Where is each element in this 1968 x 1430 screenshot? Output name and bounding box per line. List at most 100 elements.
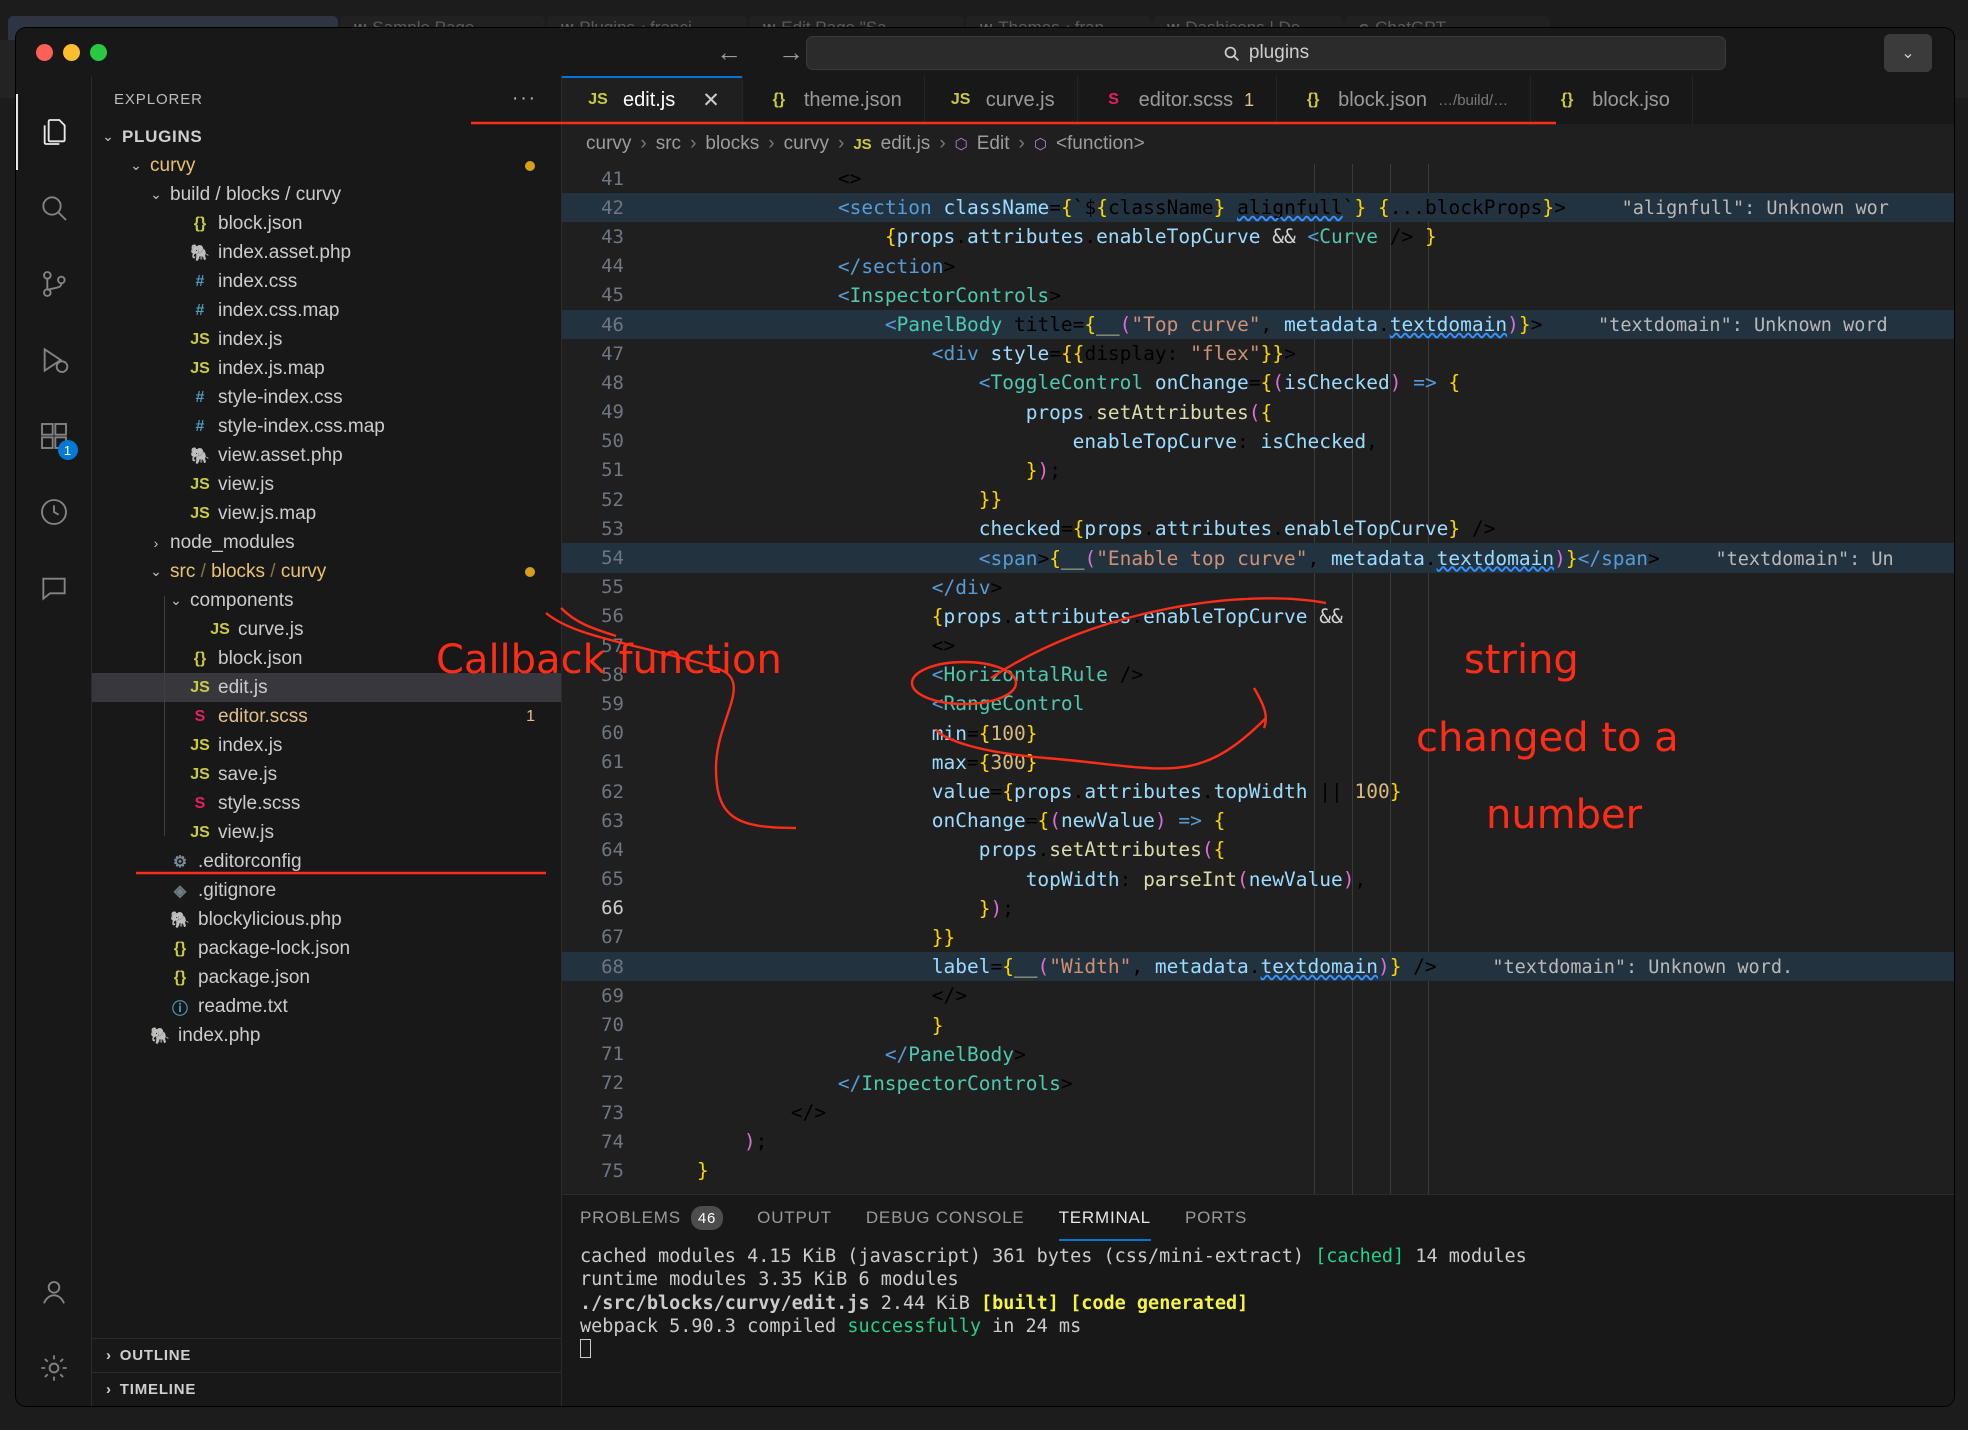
chevron-down-icon[interactable]: ⌄ (146, 186, 166, 203)
tree-file-row[interactable]: # index.css (92, 267, 561, 296)
breadcrumb[interactable]: curvy › src › blocks › curvy › JS edit.js › ⬡ Edit › ⬡… (562, 124, 1954, 164)
editor-tab[interactable]: {} block.jso (1531, 76, 1693, 124)
tree-file-row[interactable]: JS view.js.map (92, 499, 561, 528)
code-line[interactable]: 44 </section> (562, 252, 1954, 281)
tree-folder-row[interactable]: ⌄ components (92, 586, 561, 615)
editor-tab[interactable]: {} block.json …/build/… (1277, 76, 1532, 124)
chevron-down-icon[interactable]: ⌄ (146, 563, 166, 580)
tree-file-row[interactable]: JS index.js (92, 731, 561, 760)
panel-tab-bar[interactable]: PROBLEMS 46 OUTPUT DEBUG CONSOLE TERMINAL POR… (562, 1195, 1954, 1241)
code-line[interactable]: 58 <HorizontalRule /> (562, 660, 1954, 689)
code-line[interactable]: 68 label={__("Width", metadata.textdomai… (562, 952, 1954, 982)
code-line[interactable]: 41 <> (562, 164, 1954, 193)
panel-tab[interactable]: DEBUG CONSOLE (866, 1195, 1025, 1241)
panel-tab[interactable]: OUTPUT (757, 1195, 832, 1241)
sidebar-item-settings[interactable] (16, 1330, 92, 1406)
chevron-down-icon[interactable]: ⌄ (166, 592, 186, 609)
tree-file-row[interactable]: ◈ .gitignore (92, 876, 561, 905)
code-line[interactable]: 56 {props.attributes.enableTopCurve && (562, 602, 1954, 631)
code-line[interactable]: 63 onChange={(newValue) => { (562, 806, 1954, 835)
code-line[interactable]: 65 topWidth: parseInt(newValue), (562, 865, 1954, 894)
breadcrumb-item[interactable]: src (656, 133, 681, 155)
chevron-right-icon[interactable]: › (146, 535, 166, 551)
forward-icon[interactable]: → (778, 37, 804, 68)
code-line[interactable]: 45 <InspectorControls> (562, 281, 1954, 310)
sidebar-item-comments[interactable] (16, 550, 92, 626)
search-input[interactable]: plugins (806, 36, 1726, 70)
tree-file-row[interactable]: ⓘ readme.txt (92, 992, 561, 1021)
tree-root-row[interactable]: ⌄ PLUGINS (92, 122, 561, 151)
code-line[interactable]: 72 </InspectorControls> (562, 1069, 1954, 1098)
code-line[interactable]: 73 </> (562, 1098, 1954, 1127)
tree-file-row[interactable]: JS view.js (92, 818, 561, 847)
code-line[interactable]: 42 <section className={`${className} ali… (562, 193, 1954, 223)
sidebar-item-testing[interactable] (16, 474, 92, 550)
tree-file-row[interactable]: # index.css.map (92, 296, 561, 325)
terminal-output[interactable]: cached modules 4.15 KiB (javascript) 361… (562, 1241, 1954, 1406)
tree-file-row[interactable]: 🐘 view.asset.php (92, 441, 561, 470)
breadcrumb-item[interactable]: <function> (1056, 133, 1145, 155)
tree-file-row[interactable]: {} package-lock.json (92, 934, 561, 963)
tree-file-row[interactable]: JS curve.js (92, 615, 561, 644)
code-line[interactable]: 49 props.setAttributes({ (562, 398, 1954, 427)
code-line[interactable]: 47 <div style={{display: "flex"}}> (562, 339, 1954, 368)
timeline-section-header[interactable]: › TIMELINE (92, 1372, 561, 1406)
panel-tab[interactable]: TERMINAL (1059, 1195, 1151, 1241)
code-line[interactable]: 70 } (562, 1010, 1954, 1039)
sidebar-item-search[interactable] (16, 170, 92, 246)
tree-file-row[interactable]: {} block.json (92, 644, 561, 673)
code-line[interactable]: 48 <ToggleControl onChange={(isChecked) … (562, 368, 1954, 397)
close-icon[interactable]: ✕ (702, 88, 720, 113)
breadcrumb-item[interactable]: Edit (977, 133, 1010, 155)
tree-file-row[interactable]: Seditor.scss 1 (92, 702, 561, 731)
file-tree[interactable]: ⌄ PLUGINS ⌄ curvy ⌄ build / blocks / curvy{} b… (92, 122, 561, 1338)
code-line[interactable]: 55 </div> (562, 573, 1954, 602)
code-line[interactable]: 50 enableTopCurve: isChecked, (562, 427, 1954, 456)
panel-tab[interactable]: PORTS (1185, 1195, 1247, 1241)
editor-tab[interactable]: Seditor.scss 1 (1078, 76, 1278, 124)
code-line[interactable]: 59 <RangeControl (562, 689, 1954, 718)
code-editor[interactable]: 41 <> 42 <section className={`${className… (562, 164, 1954, 1194)
tree-folder-row[interactable]: ⌄ build / blocks / curvy (92, 180, 561, 209)
maximize-window-button[interactable] (90, 43, 107, 61)
tree-file-row[interactable]: JS view.js (92, 470, 561, 499)
code-line[interactable]: 66 }); (562, 894, 1954, 923)
outline-section-header[interactable]: › OUTLINE (92, 1338, 561, 1372)
tree-file-row[interactable]: JS edit.js (92, 673, 561, 702)
editor-tab[interactable]: JS edit.js ✕ (562, 76, 743, 124)
terminal-prompt[interactable] (580, 1338, 1936, 1364)
code-line[interactable]: 69 </> (562, 981, 1954, 1010)
tree-file-row[interactable]: {} package.json (92, 963, 561, 992)
tree-file-row[interactable]: # style-index.css (92, 383, 561, 412)
minimize-window-button[interactable] (63, 43, 80, 61)
tree-folder-row[interactable]: ⌄ curvy (92, 151, 561, 180)
tree-folder-row[interactable]: › node_modules (92, 528, 561, 557)
sidebar-item-explorer[interactable] (16, 94, 92, 170)
breadcrumb-item[interactable]: curvy (784, 133, 829, 155)
code-line[interactable]: 71 </PanelBody> (562, 1040, 1954, 1069)
code-line[interactable]: 60 min={100} (562, 719, 1954, 748)
tree-file-row[interactable]: JS save.js (92, 760, 561, 789)
sidebar-item-source-control[interactable] (16, 246, 92, 322)
code-line[interactable]: 46 <PanelBody title={__("Top curve", met… (562, 309, 1954, 340)
code-line[interactable]: 64 props.setAttributes({ (562, 835, 1954, 864)
breadcrumb-item[interactable]: blocks (705, 133, 759, 155)
code-line[interactable]: 62 value={props.attributes.topWidth || 1… (562, 777, 1954, 806)
tree-file-row[interactable]: ⚙ .editorconfig (92, 847, 561, 876)
panel-tab[interactable]: PROBLEMS 46 (580, 1195, 724, 1241)
tree-file-row[interactable]: 🐘 blockylicious.php (92, 905, 561, 934)
code-line[interactable]: 61 max={300} (562, 748, 1954, 777)
back-icon[interactable]: ← (716, 37, 742, 68)
more-actions-icon[interactable]: ··· (512, 88, 537, 110)
tree-file-row[interactable]: 🐘 index.asset.php (92, 238, 561, 267)
code-line[interactable]: 75 } (562, 1156, 1954, 1185)
chevron-down-icon[interactable]: ⌄ (126, 157, 146, 174)
sidebar-item-accounts[interactable] (16, 1254, 92, 1330)
tree-file-row[interactable]: Sstyle.scss (92, 789, 561, 818)
code-line[interactable]: 43 {props.attributes.enableTopCurve && <… (562, 222, 1954, 251)
breadcrumb-item[interactable]: curvy (586, 133, 631, 155)
tree-file-row[interactable]: {} block.json (92, 209, 561, 238)
editor-tab[interactable]: {} theme.json (743, 76, 925, 124)
code-line[interactable]: 67 }} (562, 923, 1954, 952)
breadcrumb-item[interactable]: edit.js (881, 133, 931, 155)
